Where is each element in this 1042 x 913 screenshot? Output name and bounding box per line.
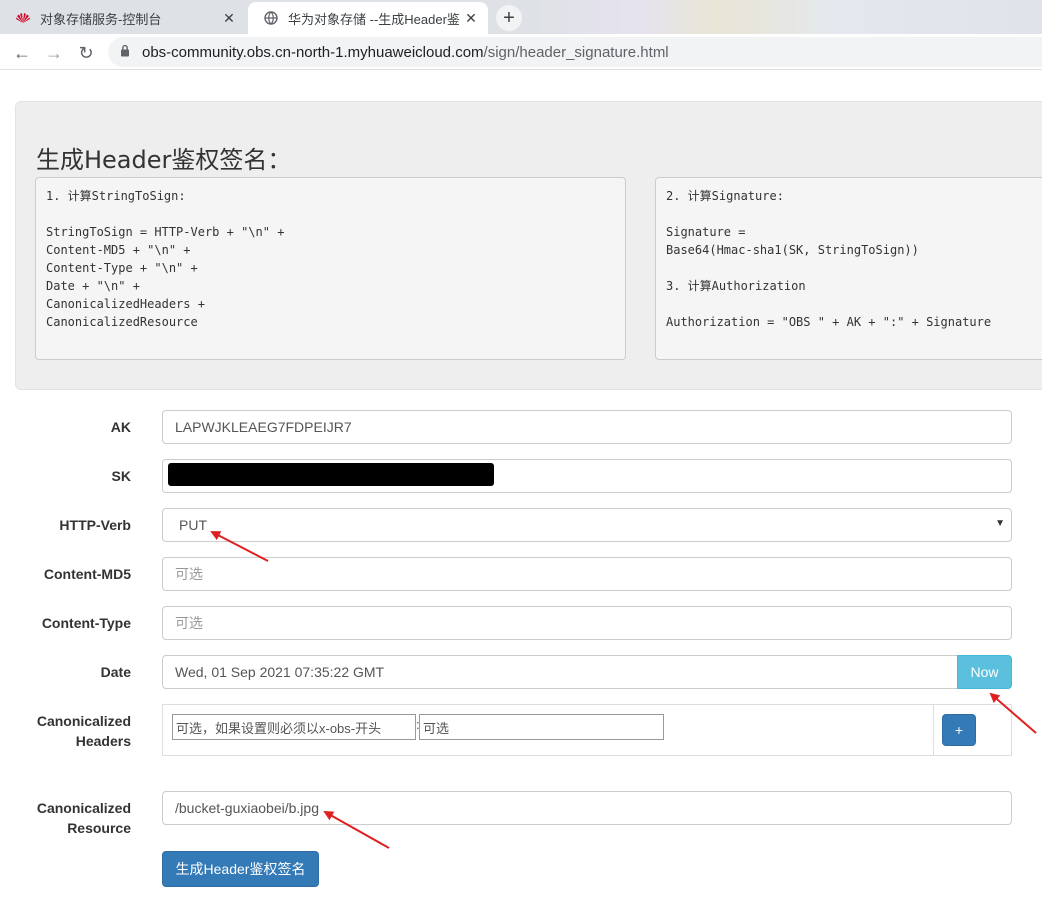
signature-info-panel: 生成Header鉴权签名： 1. 计算StringToSign: StringT… [15,101,1042,390]
sk-label: SK [111,468,131,484]
globe-icon [262,11,280,25]
blurred-region [540,0,1042,34]
cell-divider [933,705,934,755]
http-verb-select[interactable]: PUT ▼ [162,508,1012,542]
page-title: 生成Header鉴权签名： [36,146,292,174]
label-line: Resource [67,820,131,836]
new-tab-button[interactable]: + [496,5,522,31]
content-md5-label: Content-MD5 [43,566,131,582]
content-type-label: Content-Type [41,615,131,631]
browser-tab-bar: 对象存储服务-控制台 ✕ 华为对象存储 --生成Header鉴权 ✕ + [0,0,1042,34]
generate-signature-button[interactable]: 生成Header鉴权签名 [162,851,319,887]
date-label: Date [100,664,131,680]
forward-icon[interactable]: → [42,41,66,65]
label-line: Canonicalized [36,713,131,729]
browser-toolbar: ← → ↻ obs-community.obs.cn-north-1.myhua… [0,34,1042,70]
caret-down-icon: ▼ [995,518,1005,529]
ak-label: AK [110,419,131,435]
tab-title: 华为对象存储 --生成Header鉴权 [288,11,460,27]
header-value-input[interactable]: 可选 [419,714,664,740]
canonicalized-resource-label: Canonicalized Resource [0,798,131,838]
address-bar[interactable]: obs-community.obs.cn-north-1.myhuaweiclo… [108,37,1042,67]
tab-title: 对象存储服务-控制台 [40,11,162,27]
back-icon[interactable]: ← [10,41,34,65]
url-host: obs-community.obs.cn-north-1.myhuaweiclo… [142,43,484,61]
redacted-secret [168,463,494,486]
close-tab-icon[interactable]: ✕ [460,10,482,27]
close-tab-icon[interactable]: ✕ [218,10,240,27]
http-verb-value: PUT [179,517,207,533]
label-line: Canonicalized [36,800,131,816]
date-input[interactable]: Wed, 01 Sep 2021 07:35:22 GMT [162,655,958,689]
huawei-logo-icon [14,11,32,25]
label-line: Headers [75,733,131,749]
http-verb-label: HTTP-Verb [59,517,131,533]
add-header-button[interactable]: + [942,714,976,746]
ak-input[interactable]: LAPWJKLEAEG7FDPEIJR7 [162,410,1012,444]
canonicalized-headers-table: 可选，如果设置则必须以x-obs-开头 : 可选 + [162,704,1012,756]
lock-icon [120,44,130,61]
content-md5-input[interactable]: 可选 [162,557,1012,591]
canonicalized-resource-input[interactable]: /bucket-guxiaobei/b.jpg [162,791,1012,825]
canonicalized-headers-label: Canonicalized Headers [0,711,131,751]
signature-code: 2. 计算Signature: Signature = Base64(Hmac-… [655,177,1042,360]
content-type-input[interactable]: 可选 [162,606,1012,640]
url-path: /sign/header_signature.html [483,43,669,61]
now-button[interactable]: Now [957,655,1012,689]
browser-tab-header-signature[interactable]: 华为对象存储 --生成Header鉴权 ✕ [248,2,488,34]
reload-icon[interactable]: ↻ [74,41,98,65]
string-to-sign-code: 1. 计算StringToSign: StringToSign = HTTP-V… [35,177,626,360]
browser-tab-console[interactable]: 对象存储服务-控制台 ✕ [0,2,246,34]
header-key-input[interactable]: 可选，如果设置则必须以x-obs-开头 [172,714,416,740]
